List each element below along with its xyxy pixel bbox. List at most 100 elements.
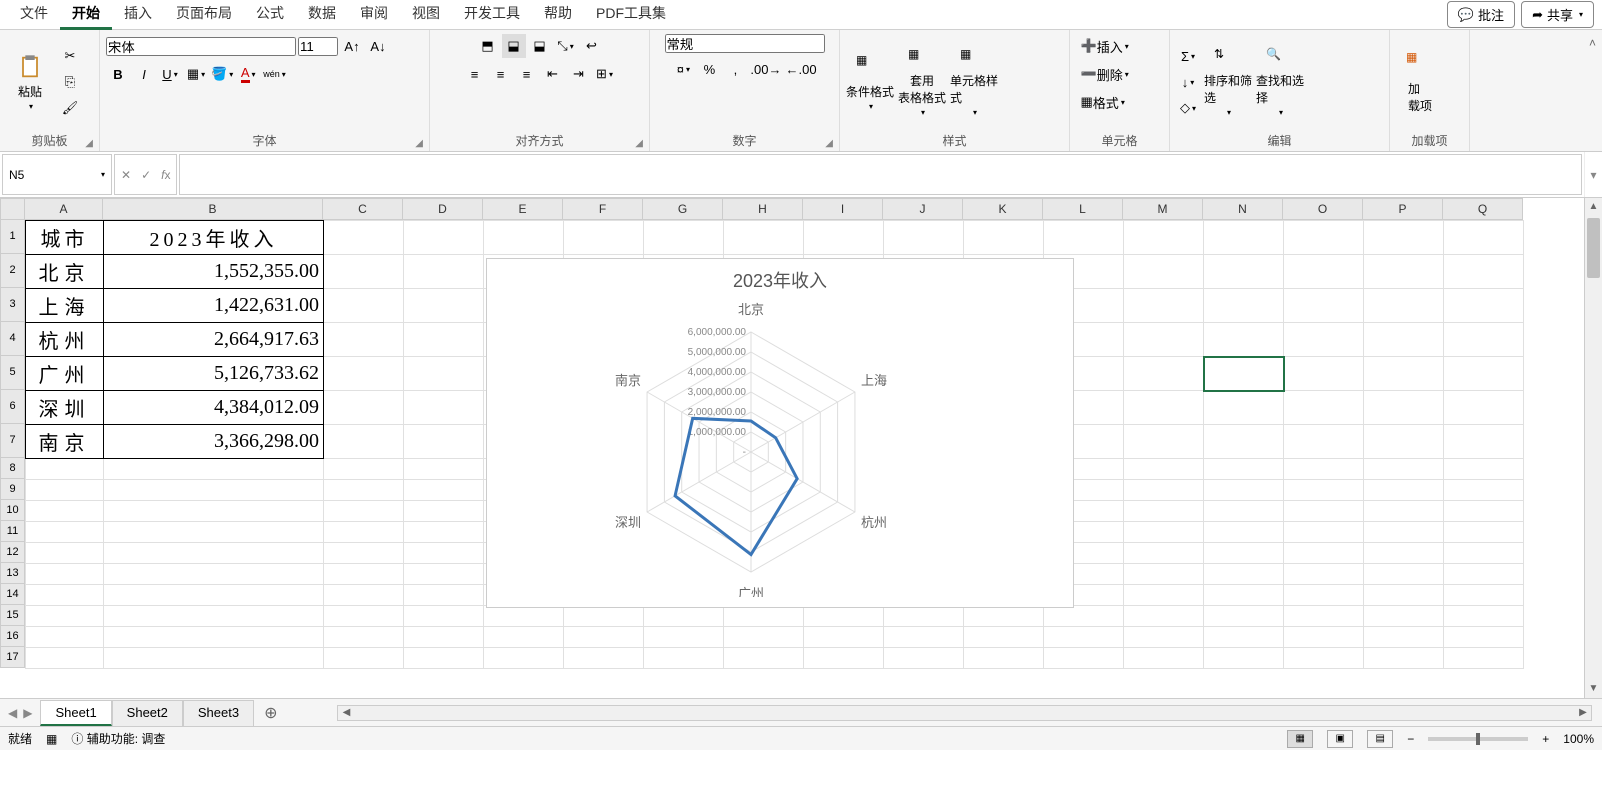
cell-A17[interactable] (26, 648, 104, 669)
cell-A8[interactable] (26, 459, 104, 480)
cell-Q13[interactable] (1444, 564, 1524, 585)
cell-Q9[interactable] (1444, 480, 1524, 501)
menu-公式[interactable]: 公式 (244, 0, 296, 30)
cell-A7[interactable]: 南京 (26, 425, 104, 459)
cell-P10[interactable] (1364, 501, 1444, 522)
cell-A6[interactable]: 深圳 (26, 391, 104, 425)
sheet-tab-Sheet1[interactable]: Sheet1 (40, 700, 111, 726)
cell-F1[interactable] (564, 221, 644, 255)
menu-插入[interactable]: 插入 (112, 0, 164, 30)
cell-D15[interactable] (404, 606, 484, 627)
fill-color-button[interactable]: 🪣▾ (210, 62, 234, 86)
cell-K15[interactable] (964, 606, 1044, 627)
cell-Q1[interactable] (1444, 221, 1524, 255)
cell-O9[interactable] (1284, 480, 1364, 501)
comma-button[interactable]: , (723, 57, 747, 81)
bold-button[interactable]: B (106, 62, 130, 86)
cell-O5[interactable] (1284, 357, 1364, 391)
cell-C9[interactable] (324, 480, 404, 501)
cut-button[interactable]: ✂ (58, 44, 82, 68)
cell-M9[interactable] (1124, 480, 1204, 501)
cell-A9[interactable] (26, 480, 104, 501)
cell-D13[interactable] (404, 564, 484, 585)
menu-审阅[interactable]: 审阅 (348, 0, 400, 30)
select-all-corner[interactable] (0, 198, 25, 220)
sheet-tab-Sheet3[interactable]: Sheet3 (183, 700, 254, 726)
col-header-O[interactable]: O (1283, 198, 1363, 220)
cell-B11[interactable] (104, 522, 324, 543)
col-header-K[interactable]: K (963, 198, 1043, 220)
cell-M3[interactable] (1124, 289, 1204, 323)
cell-P16[interactable] (1364, 627, 1444, 648)
merge-button[interactable]: ⊞▾ (593, 62, 617, 86)
fill-button[interactable]: ↓▾ (1176, 70, 1200, 94)
cell-B8[interactable] (104, 459, 324, 480)
cell-D10[interactable] (404, 501, 484, 522)
menu-页面布局[interactable]: 页面布局 (164, 0, 244, 30)
zoom-out-button[interactable]: − (1407, 732, 1414, 746)
copy-button[interactable]: ⎘ (58, 70, 82, 94)
enter-formula-button[interactable]: ✓ (141, 168, 151, 182)
cell-P12[interactable] (1364, 543, 1444, 564)
cell-D3[interactable] (404, 289, 484, 323)
cell-N10[interactable] (1204, 501, 1284, 522)
align-middle-button[interactable]: ⬓ (502, 34, 526, 58)
cell-M2[interactable] (1124, 255, 1204, 289)
align-center-button[interactable]: ≡ (489, 62, 513, 86)
cell-B1[interactable]: 2023年收入 (104, 221, 324, 255)
cell-K1[interactable] (964, 221, 1044, 255)
cell-D14[interactable] (404, 585, 484, 606)
cell-P6[interactable] (1364, 391, 1444, 425)
name-box[interactable]: N5▾ (2, 154, 112, 195)
cell-C16[interactable] (324, 627, 404, 648)
spreadsheet-grid[interactable]: ABCDEFGHIJKLMNOPQ 1234567891011121314151… (0, 198, 1602, 698)
cell-Q15[interactable] (1444, 606, 1524, 627)
col-header-D[interactable]: D (403, 198, 483, 220)
cell-M17[interactable] (1124, 648, 1204, 669)
cell-E15[interactable] (484, 606, 564, 627)
accessibility-status[interactable]: ⓘ 辅助功能: 调查 (71, 730, 165, 747)
row-header-9[interactable]: 9 (0, 479, 25, 500)
cell-O16[interactable] (1284, 627, 1364, 648)
cell-N8[interactable] (1204, 459, 1284, 480)
cell-E1[interactable] (484, 221, 564, 255)
cell-O2[interactable] (1284, 255, 1364, 289)
cell-O15[interactable] (1284, 606, 1364, 627)
horizontal-scrollbar[interactable]: ◀ ▶ (337, 705, 1592, 721)
cell-C15[interactable] (324, 606, 404, 627)
cell-O13[interactable] (1284, 564, 1364, 585)
cell-P7[interactable] (1364, 425, 1444, 459)
cell-J15[interactable] (884, 606, 964, 627)
cell-F17[interactable] (564, 648, 644, 669)
fx-button[interactable]: fx (161, 168, 170, 182)
increase-indent-button[interactable]: ⇥ (567, 62, 591, 86)
cell-B5[interactable]: 5,126,733.62 (104, 357, 324, 391)
cell-N11[interactable] (1204, 522, 1284, 543)
cell-J16[interactable] (884, 627, 964, 648)
cell-L15[interactable] (1044, 606, 1124, 627)
font-size-combo[interactable] (298, 37, 338, 56)
decrease-decimal-button[interactable]: ←.00 (785, 57, 818, 81)
cell-N12[interactable] (1204, 543, 1284, 564)
cell-Q8[interactable] (1444, 459, 1524, 480)
row-header-2[interactable]: 2 (0, 254, 25, 288)
cell-A11[interactable] (26, 522, 104, 543)
cell-N16[interactable] (1204, 627, 1284, 648)
menu-数据[interactable]: 数据 (296, 0, 348, 30)
cell-P14[interactable] (1364, 585, 1444, 606)
cell-L17[interactable] (1044, 648, 1124, 669)
cell-C4[interactable] (324, 323, 404, 357)
cell-D17[interactable] (404, 648, 484, 669)
cell-N2[interactable] (1204, 255, 1284, 289)
cell-C10[interactable] (324, 501, 404, 522)
cell-H17[interactable] (724, 648, 804, 669)
cell-A3[interactable]: 上海 (26, 289, 104, 323)
cell-M1[interactable] (1124, 221, 1204, 255)
cell-B2[interactable]: 1,552,355.00 (104, 255, 324, 289)
row-header-10[interactable]: 10 (0, 500, 25, 521)
cell-A15[interactable] (26, 606, 104, 627)
row-header-13[interactable]: 13 (0, 563, 25, 584)
row-header-16[interactable]: 16 (0, 626, 25, 647)
cell-C8[interactable] (324, 459, 404, 480)
cell-P5[interactable] (1364, 357, 1444, 391)
